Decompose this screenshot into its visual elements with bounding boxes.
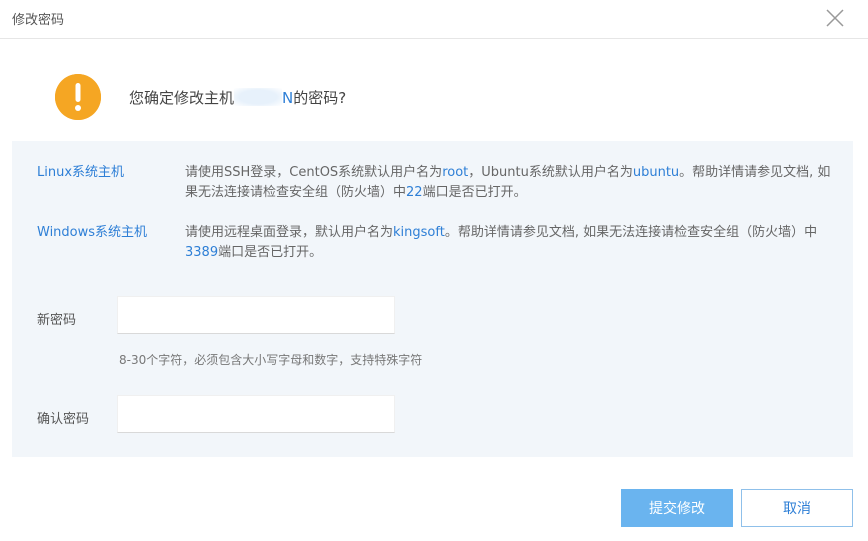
windows-default-user: kingsoft [393,225,445,240]
host-name-suffix: N [282,89,294,107]
windows-description: 请使用远程桌面登录，默认用户名为kingsoft。帮助详情请参见文档, 如果无法… [185,223,835,263]
confirm-prefix: 您确定修改主机 [129,89,235,107]
linux-desc-text-2: ，Ubuntu系统默认用户名为 [468,165,633,180]
linux-default-user-ubuntu: ubuntu [632,165,680,180]
dialog-title: 修改密码 [12,13,65,28]
confirm-password-input[interactable] [117,395,395,433]
change-password-dialog: 修改密码 您确定修改主机 N的密码? Linux系统主机 请使用SSH登录，Cen… [0,0,868,541]
host-name: N [234,88,294,107]
confirm-password-label: 确认密码 [37,412,90,427]
submit-change-button[interactable]: 提交修改 [621,489,733,527]
new-password-input[interactable] [117,296,395,334]
password-hint: 8-30个字符，必须包含大小写字母和数字，支持特殊字符 [119,353,423,367]
windows-port: 3389 [185,245,219,260]
dialog-header: 修改密码 [0,0,868,39]
redacted-host-mask [234,88,283,106]
new-password-label: 新密码 [37,313,77,328]
linux-desc-text-4: 端口是否已打开。 [422,185,527,200]
confirm-suffix: 的密码? [293,89,347,107]
windows-desc-text-2: 。帮助详情请参见文档, 如果无法连接请检查安全组（防火墙）中 [444,225,818,240]
windows-desc-text-1: 请使用远程桌面登录，默认用户名为 [185,225,394,240]
windows-label: Windows系统主机 [37,225,148,240]
windows-desc-text-3: 端口是否已打开。 [218,245,323,260]
warning-icon [55,74,101,120]
linux-port: 22 [406,185,423,200]
cancel-button[interactable]: 取消 [741,489,853,527]
linux-default-user-centos: root [442,165,469,180]
linux-label: Linux系统主机 [37,165,125,180]
confirm-question: 您确定修改主机 N的密码? [129,87,346,108]
info-panel: Linux系统主机 请使用SSH登录，CentOS系统默认用户名为root，Ub… [12,141,853,457]
linux-description: 请使用SSH登录，CentOS系统默认用户名为root，Ubuntu系统默认用户… [185,163,835,203]
linux-desc-text-1: 请使用SSH登录，CentOS系统默认用户名为 [185,165,443,180]
close-icon[interactable] [824,7,846,29]
